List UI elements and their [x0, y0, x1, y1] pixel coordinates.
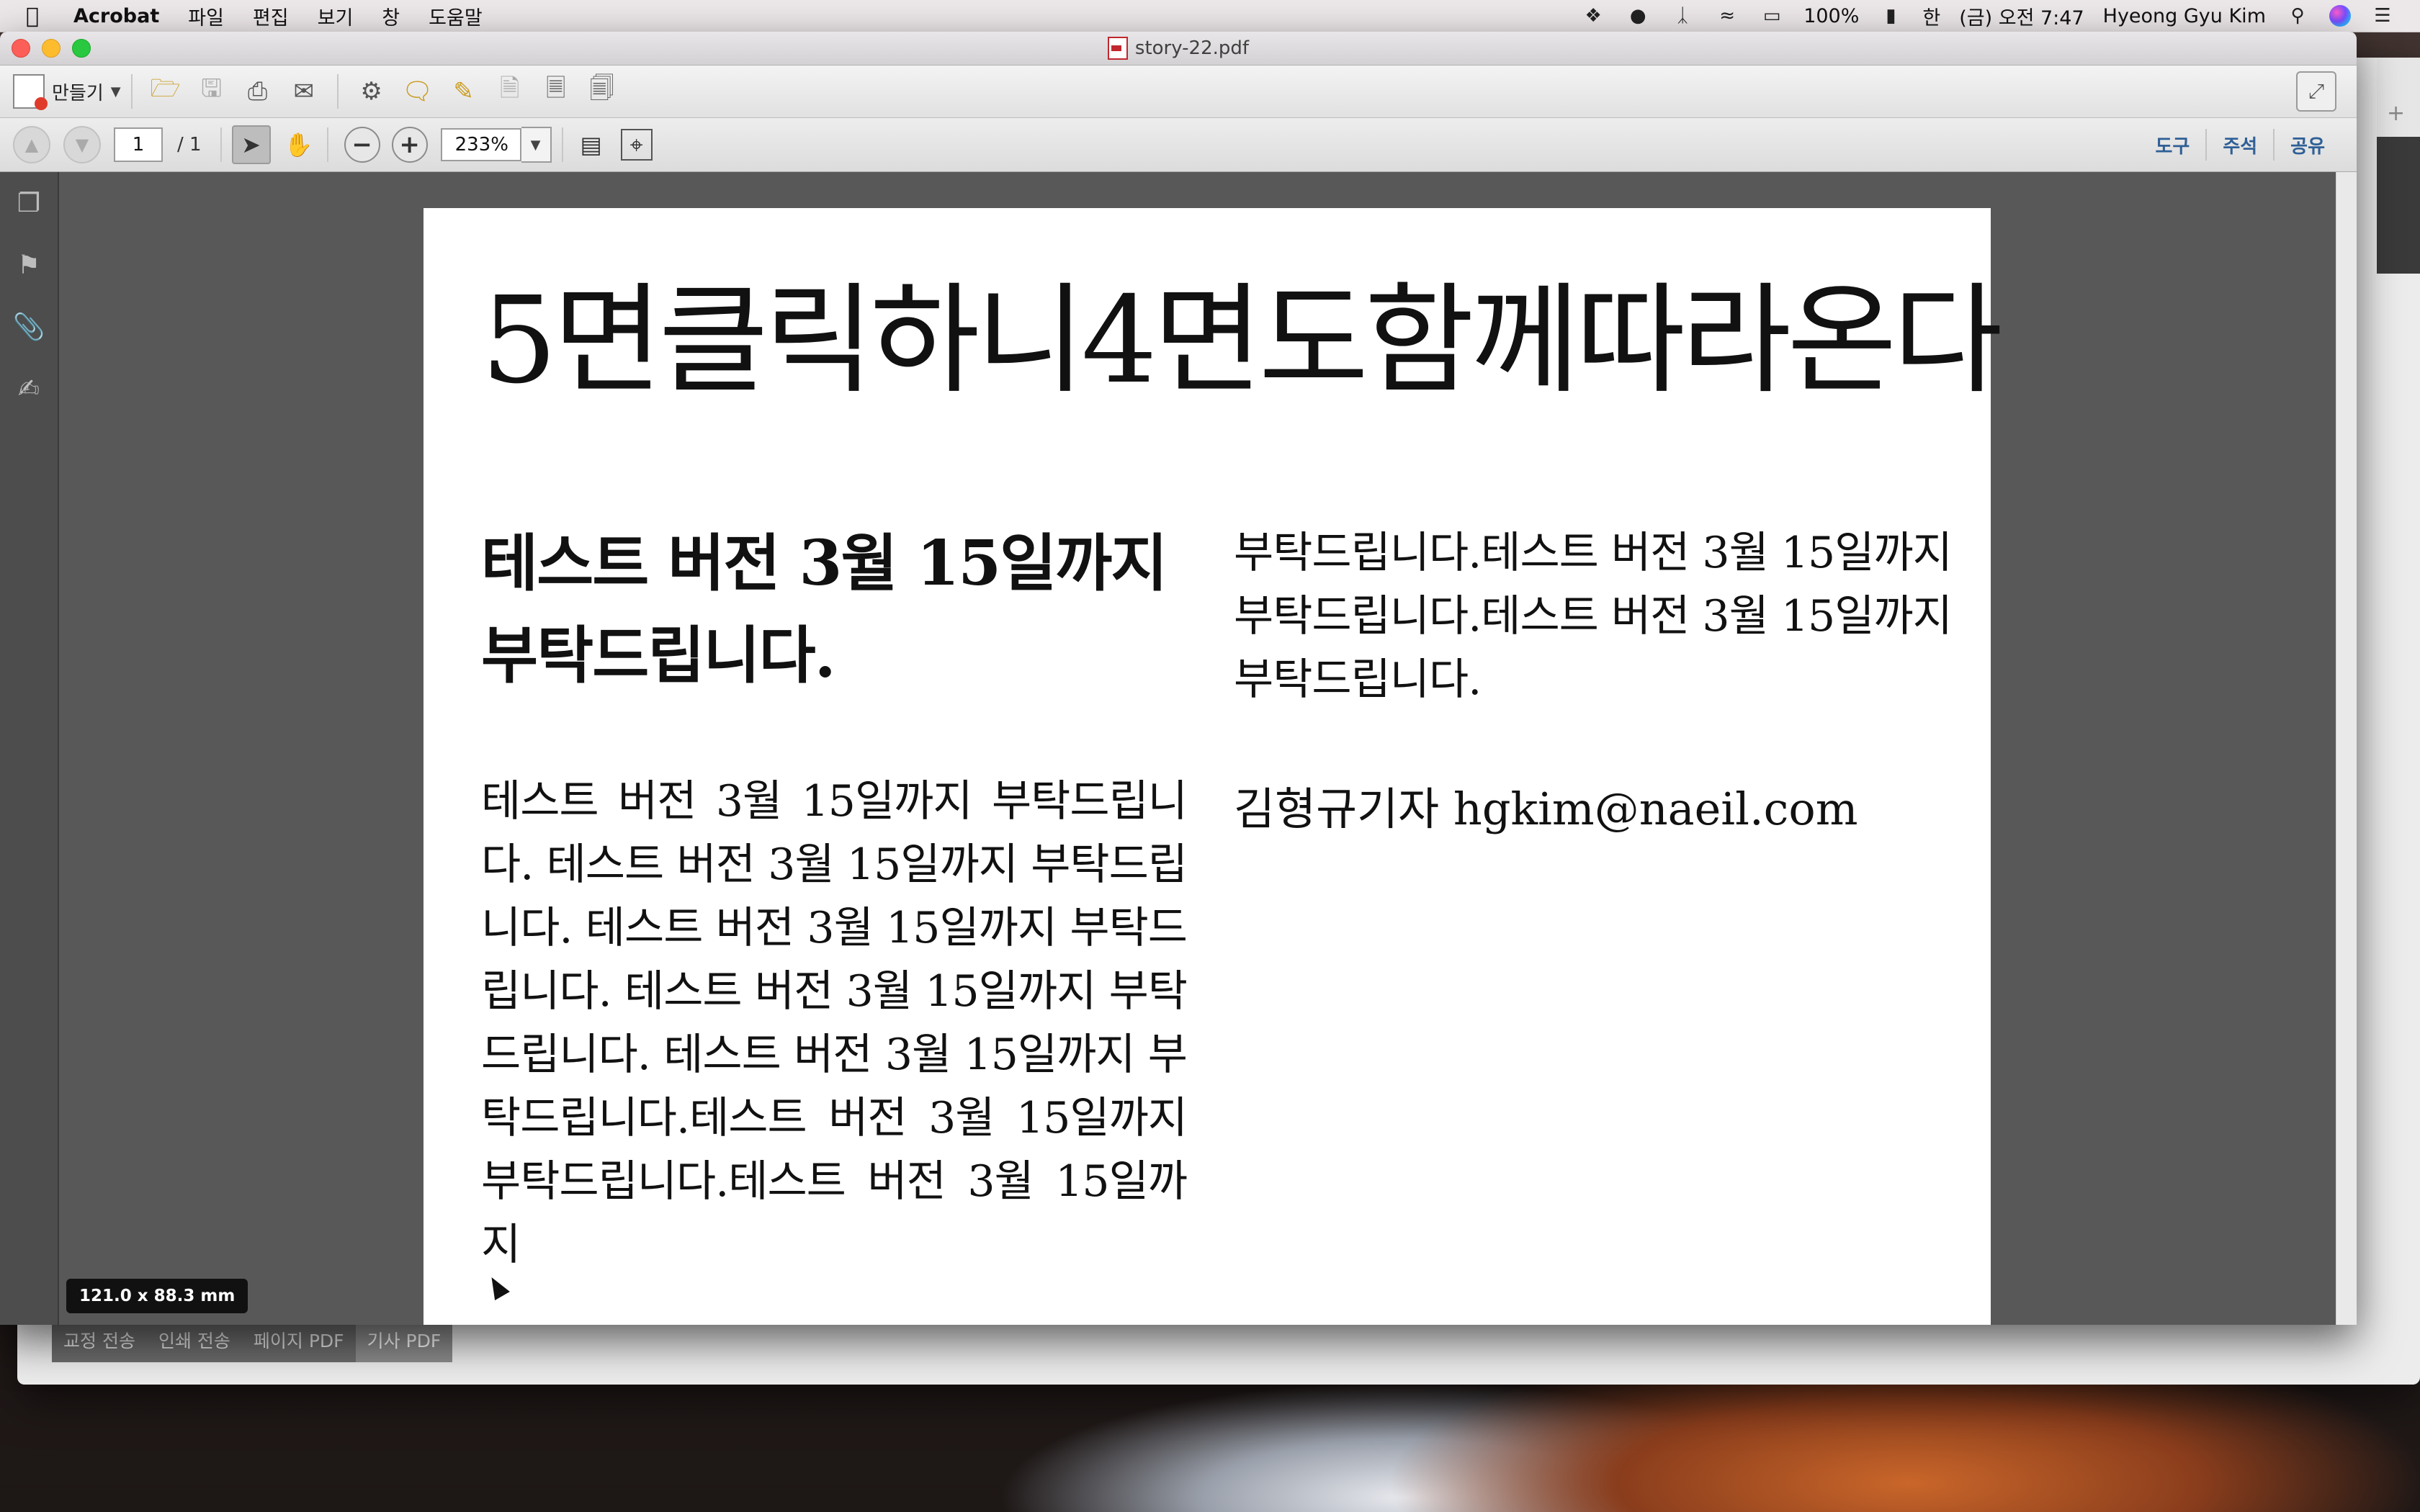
comment-icon[interactable]: 🗨 — [398, 72, 437, 111]
chevron-down-icon: ▼ — [110, 84, 121, 99]
body-text-left-column: 테스트 버전 3월 15일까지 부탁드립니다. 테스트 버전 3월 15일까지 … — [481, 776, 1188, 1270]
zoom-button[interactable] — [72, 39, 91, 58]
settings-gear-icon[interactable]: ⚙ — [352, 72, 391, 111]
toolbar-divider — [561, 127, 563, 162]
menu-bar:  Acrobat 파일 편집 보기 창 도움말 ❖ ● ᛣ ≈ ▭ 100% … — [0, 0, 2420, 32]
menu-file[interactable]: 파일 — [188, 2, 224, 30]
minimize-button[interactable] — [42, 39, 60, 58]
page-dimensions-badge: 121.0 x 88.3 mm — [66, 1279, 248, 1313]
background-window-edge: + — [2377, 58, 2420, 274]
main-toolbar: 만들기 ▼ 🗁 🖫 ⎙ ✉ ⚙ 🗨 ✎ 🗎 🗏 🗐 ⤢ — [0, 66, 2357, 118]
dropbox-icon[interactable]: ❖ — [1580, 5, 1606, 27]
close-button[interactable] — [12, 39, 30, 58]
bluetooth-icon[interactable]: ᛣ — [1670, 5, 1695, 27]
user-name[interactable]: Hyeong Gyu Kim — [2103, 5, 2266, 27]
share-icon[interactable]: 🗐 — [583, 72, 622, 111]
attachments-paperclip-icon[interactable]: 📎 — [0, 296, 58, 358]
document-canvas[interactable]: 5면클릭하니4면도함께따라온다 테스트 버전 3월 15일까지 부탁드립니다. … — [59, 172, 2357, 1325]
fit-page-icon[interactable]: ▤ — [573, 127, 609, 163]
toolbar-divider — [326, 127, 328, 162]
body-text-right-column: 부탁드립니다.테스트 버전 3월 15일까지 부탁드립니다.테스트 버전 3월 … — [1234, 528, 1953, 705]
signature-icon[interactable]: ✍ — [0, 358, 58, 420]
select-tool-icon[interactable]: ➤ — [231, 125, 271, 164]
headline: 5면클릭하니4면도함께따라온다 — [481, 271, 2003, 410]
create-label: 만들기 — [52, 82, 104, 104]
create-button[interactable]: 만들기 ▼ — [13, 74, 121, 110]
comment-link[interactable]: 주석 — [2205, 129, 2273, 161]
battery-icon[interactable]: ▮ — [1878, 5, 1904, 27]
next-page-icon[interactable]: ▼ — [63, 126, 101, 163]
toolbar-divider — [130, 74, 133, 109]
menu-window[interactable]: 창 — [382, 2, 400, 30]
previous-page-icon[interactable]: ▲ — [13, 126, 50, 163]
acrobat-window: story-22.pdf 만들기 ▼ 🗁 🖫 ⎙ ✉ ⚙ 🗨 ✎ 🗎 🗏 🗐 ⤢… — [0, 32, 2357, 1325]
siri-icon[interactable] — [2329, 5, 2351, 27]
pdf-file-icon — [1107, 37, 1128, 60]
toolbar-divider — [220, 127, 222, 162]
input-method[interactable]: 한 — [1922, 2, 1940, 30]
toolbar-divider — [336, 74, 339, 109]
share-link[interactable]: 공유 — [2273, 129, 2341, 161]
zoom-in-icon[interactable]: + — [391, 127, 428, 163]
pdf-page[interactable]: 5면클릭하니4면도함께따라온다 테스트 버전 3월 15일까지 부탁드립니다. … — [424, 208, 2003, 1325]
battery-percent: 100% — [1803, 4, 1860, 27]
tools-link[interactable]: 도구 — [2139, 129, 2205, 161]
window-controls — [12, 39, 91, 58]
background-panel — [2377, 137, 2420, 274]
apple-menu-icon[interactable]:  — [22, 4, 43, 29]
open-folder-icon[interactable]: 🗁 — [146, 72, 185, 111]
create-pdf-icon — [13, 74, 48, 110]
export-icon[interactable]: 🗏 — [537, 72, 575, 111]
menu-edit[interactable]: 편집 — [253, 2, 289, 30]
menu-view[interactable]: 보기 — [318, 2, 354, 30]
notification-center-icon[interactable]: ☰ — [2370, 5, 2396, 27]
hand-tool-icon[interactable]: ✋ — [281, 127, 317, 163]
add-tab-icon[interactable]: + — [2387, 101, 2405, 126]
page-total: / 1 — [177, 134, 202, 156]
navigation-toolbar: ▲ ▼ 1 / 1 ➤ ✋ − + 233% ▼ ▤ ⌖ 도구 주석 공유 — [0, 118, 2357, 172]
byline: 김형규기자 hgkim@naeil.com — [1234, 783, 1858, 835]
print-icon[interactable]: ⎙ — [238, 72, 277, 111]
page-number-input[interactable]: 1 — [114, 127, 163, 162]
title-bar: story-22.pdf — [0, 32, 2357, 66]
wifi-icon[interactable]: ≈ — [1714, 5, 1740, 27]
zoom-level-field[interactable]: 233% — [440, 128, 521, 161]
bookmarks-icon[interactable]: ⚑ — [0, 234, 58, 296]
navigation-sidebar: ❐ ⚑ 📎 ✍ — [0, 172, 59, 1325]
zoom-out-icon[interactable]: − — [344, 127, 380, 163]
clock[interactable]: (금) 오전 7:47 — [1959, 2, 2084, 30]
fit-width-icon[interactable]: ⌖ — [620, 129, 653, 161]
menu-help[interactable]: 도움말 — [429, 2, 483, 30]
spotlight-search-icon[interactable]: ⚲ — [2285, 5, 2311, 27]
panel-links: 도구 주석 공유 — [2139, 118, 2341, 171]
window-title: story-22.pdf — [1134, 37, 1250, 59]
fullscreen-icon[interactable]: ⤢ — [2296, 71, 2336, 112]
highlight-icon[interactable]: ✎ — [444, 72, 483, 111]
vertical-scrollbar[interactable] — [2336, 172, 2357, 1325]
zoom-dropdown-icon[interactable]: ▼ — [521, 127, 552, 163]
email-icon[interactable]: ✉ — [284, 72, 323, 111]
page-thumbnails-icon[interactable]: ❐ — [0, 172, 58, 234]
app-menu[interactable]: Acrobat — [73, 5, 159, 27]
messages-icon[interactable]: ● — [1625, 5, 1651, 27]
airplay-icon[interactable]: ▭ — [1759, 5, 1785, 27]
save-icon[interactable]: 🖫 — [192, 72, 231, 111]
subheadline: 테스트 버전 3월 15일까지 부탁드립니다. — [481, 527, 1168, 692]
attach-file-icon[interactable]: 🗎 — [490, 72, 529, 111]
